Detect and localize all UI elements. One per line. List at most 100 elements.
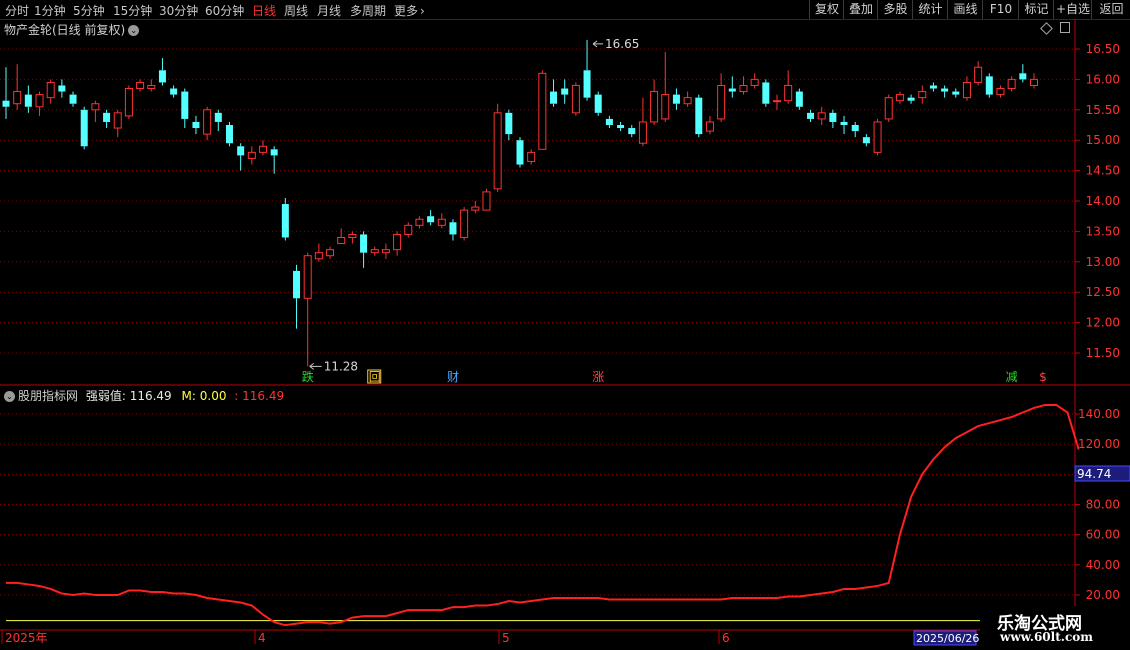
candle-body-up xyxy=(46,81,55,99)
candle-body-up xyxy=(717,84,726,120)
candle-body-up xyxy=(527,151,536,162)
candle-body-down xyxy=(1019,73,1027,80)
indicator-tick-label: 120.00 xyxy=(1078,437,1120,451)
candle-body-up xyxy=(247,151,256,159)
collapse-circle-icon[interactable]: ⌄ xyxy=(4,391,15,402)
price-tick-label: 15.00 xyxy=(1086,133,1120,147)
event-marker-1: 回 xyxy=(369,370,381,384)
candlestick-series xyxy=(2,39,1038,367)
price-tick-label: 13.50 xyxy=(1086,224,1120,238)
cursor-value-label: 94.74 xyxy=(1077,467,1111,481)
candle-body-down xyxy=(24,94,32,107)
candle-body-down xyxy=(762,82,770,104)
event-marker-0: 跌 xyxy=(302,369,314,384)
collapse-circle-icon[interactable]: ⌄ xyxy=(128,25,140,36)
candle-body-up xyxy=(113,112,122,129)
strength-value-label: 强弱值: 116.49 xyxy=(85,389,172,403)
candle-body-down xyxy=(617,125,625,129)
price-tick-label: 16.50 xyxy=(1086,42,1120,56)
candle-body-up xyxy=(962,81,971,99)
candle-body-down xyxy=(985,76,993,95)
indicator-axis: 140.00120.00100.0080.0060.0040.0020.0094… xyxy=(1074,407,1130,602)
candle-body-up xyxy=(471,206,480,211)
strength-line xyxy=(6,403,1080,627)
indicator-grid xyxy=(0,413,1074,596)
indicator-tick-label: 140.00 xyxy=(1078,407,1120,421)
price-tick-label: 12.00 xyxy=(1086,316,1120,330)
candle-body-up xyxy=(136,81,145,90)
candle-body-up xyxy=(326,249,335,257)
high-price-label: 16.65 xyxy=(605,37,639,51)
candle-body-up xyxy=(638,121,647,144)
event-markers: 跌 回 财 涨 减 $ xyxy=(302,369,1047,384)
candle-body-up xyxy=(1030,78,1038,86)
candle-body-down xyxy=(181,91,189,119)
candle-body-down xyxy=(952,91,960,95)
candle-body-up xyxy=(996,88,1005,96)
candle-body-down xyxy=(941,88,949,92)
candle-body-up xyxy=(784,84,793,102)
event-marker-4: 减 xyxy=(1006,370,1018,384)
candle-body-up xyxy=(1007,78,1016,90)
stock-title: 物产金轮(日线 前复权) xyxy=(4,23,126,37)
candle-body-up xyxy=(974,66,983,83)
candle-body-up xyxy=(884,97,893,120)
candle-body-up xyxy=(381,249,390,254)
indicator-title-row: ⌄ 股朋指标网 强弱值: 116.49 M: 0.00 : 116.49 xyxy=(4,387,284,404)
m-value-label: M: 0.00 xyxy=(181,389,227,403)
price-tick-label: 15.50 xyxy=(1086,103,1120,117)
price-tick-label: 14.00 xyxy=(1086,194,1120,208)
indicator-tick-label: 40.00 xyxy=(1086,558,1120,572)
candle-body-up xyxy=(482,191,491,211)
candle-body-up xyxy=(650,91,659,123)
candle-body-down xyxy=(214,112,222,122)
x-tick-label: 2025年 xyxy=(5,631,48,645)
candle-body-up xyxy=(415,218,424,226)
candle-body-up xyxy=(91,103,100,111)
candle-body-up xyxy=(873,121,882,153)
indicator-tick-label: 60.00 xyxy=(1086,528,1120,542)
x-tick-label: 4 xyxy=(258,631,266,645)
candle-body-down xyxy=(929,85,937,89)
candle-body-up xyxy=(348,233,357,238)
candle-body-up xyxy=(13,91,22,105)
candle-body-down xyxy=(158,70,166,83)
candle-body-up xyxy=(203,109,212,135)
candle-body-down xyxy=(192,121,200,129)
candle-body-down xyxy=(628,128,636,135)
candle-body-down xyxy=(170,88,178,95)
candle-body-down xyxy=(58,85,66,92)
candle-body-up xyxy=(571,84,580,114)
candle-body-down xyxy=(829,112,837,122)
candle-body-up xyxy=(817,112,826,120)
candle-body-up xyxy=(739,84,748,93)
candle-body-down xyxy=(103,112,111,122)
candle-body-up xyxy=(750,78,759,86)
event-marker-5: $ xyxy=(1039,370,1047,384)
candle-body-down xyxy=(851,125,859,132)
candle-body-up xyxy=(35,94,44,108)
candle-body-down xyxy=(2,100,10,107)
candle-body-down xyxy=(427,216,435,223)
candle-body-down xyxy=(907,97,915,101)
candle-body-up xyxy=(705,121,714,132)
x-tick-label: 5 xyxy=(502,631,510,645)
candle-body-up xyxy=(147,84,156,90)
candle-body-up xyxy=(538,72,547,150)
candle-body-up xyxy=(918,91,927,99)
candle-body-down xyxy=(840,121,848,125)
candle-body-up xyxy=(303,255,312,299)
candle-body-down xyxy=(293,270,301,299)
candle-body-up xyxy=(314,252,323,260)
candle-body-up xyxy=(337,236,346,245)
candle-body-up xyxy=(895,94,904,102)
stock-chart[interactable]: 16.50 16.00 15.50 15.00 14.50 14.00 13.50 13.00… xyxy=(0,0,1130,650)
candle-body-down xyxy=(807,112,815,119)
candle-body-up xyxy=(460,209,469,238)
window-icon[interactable] xyxy=(1060,22,1070,33)
candle-body-down xyxy=(605,118,613,125)
candle-body-up xyxy=(393,233,402,251)
candle-body-down xyxy=(561,88,569,95)
candle-body-up xyxy=(493,112,502,190)
candle-body-down xyxy=(505,112,513,135)
